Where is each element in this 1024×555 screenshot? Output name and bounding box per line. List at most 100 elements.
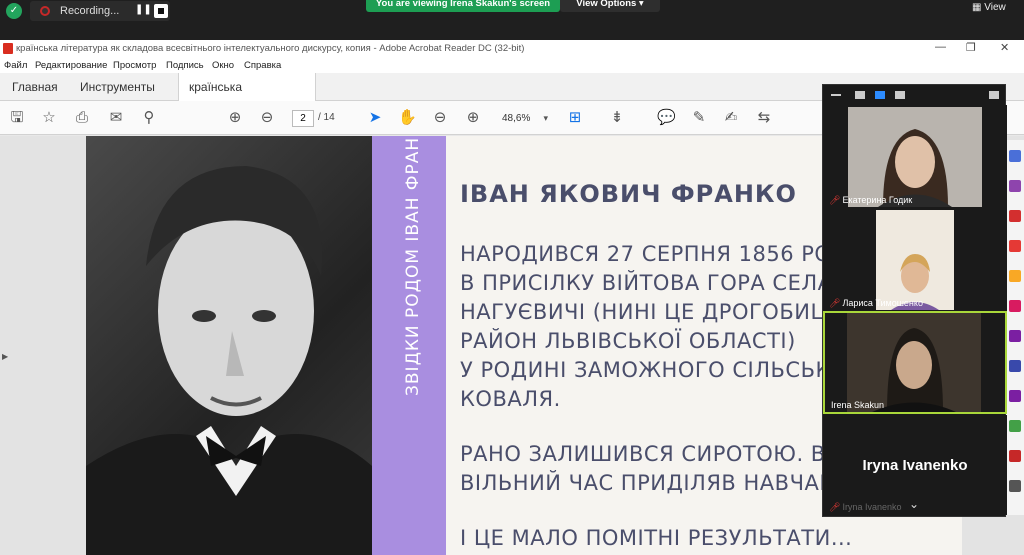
viewing-banner: You are viewing Irena Skakun's screen [366, 0, 560, 12]
recording-indicator: Recording... ❚❚ [30, 1, 170, 21]
pause-recording-icon[interactable]: ❚❚ [135, 4, 152, 15]
slide-line: РАНО ЗАЛИШИВСЯ СИРОТОЮ. ВЕСЬ [460, 442, 870, 466]
select-cursor-icon[interactable]: ➤ [366, 109, 384, 127]
bookmark-star-icon[interactable]: ☆ [40, 109, 58, 127]
acrobat-icon [3, 43, 13, 54]
menu-sign[interactable]: Подпись [166, 60, 204, 71]
slide-title: ІВАН ЯКОВИЧ ФРАНКО [460, 180, 797, 208]
tool-icon[interactable] [1009, 180, 1021, 192]
portrait-image [86, 136, 372, 555]
gallery-view-icon[interactable] [895, 91, 905, 99]
slide-line: КОВАЛЯ. [460, 387, 561, 411]
slide-line: У РОДИНІ ЗАМОЖНОГО СІЛЬСЬКОГО [460, 358, 879, 382]
participant-video [876, 210, 954, 310]
slide-line: РАЙОН ЛЬВІВСЬКОЇ ОБЛАСТІ) [460, 329, 796, 353]
previous-page-icon[interactable]: ⊕ [226, 109, 244, 127]
single-view-icon[interactable] [855, 91, 865, 99]
tool-icon[interactable] [1009, 450, 1021, 462]
participant-video [848, 107, 982, 207]
title-bar: країнська література як складова всесвіт… [0, 40, 1024, 58]
menu-window[interactable]: Окно [212, 60, 234, 71]
vertical-caption: ЗВІДКИ РОДОМ ІВАН ФРАНКО [403, 136, 423, 396]
share-icon[interactable]: ⇆ [755, 109, 773, 127]
expand-panel-icon[interactable]: ▶ [2, 352, 8, 361]
strip-view-icon[interactable] [875, 91, 885, 99]
slide-line: І ЦЕ МАЛО ПОМІТНІ РЕЗУЛЬТАТИ... [460, 526, 853, 550]
participant-name-text: Лариса Тимошенко [842, 298, 923, 308]
menu-bar: Файл Редактирование Просмотр Подпись Окн… [0, 58, 1024, 73]
page-total: / 14 [318, 112, 335, 123]
participant-name-text: Iryna Ivanenko [842, 502, 902, 512]
menu-edit[interactable]: Редактирование [35, 60, 107, 71]
maximize-icon[interactable]: ❐ [966, 41, 976, 54]
participant-tile[interactable]: 🎤︎ Екатерина Годик [823, 105, 1007, 208]
mic-muted-icon: 🎤︎ [829, 298, 841, 308]
next-page-icon[interactable]: ⊖ [258, 109, 276, 127]
zoom-out-icon[interactable]: ⊖ [431, 109, 449, 127]
participant-tile[interactable]: 🎤︎ Лариса Тимошенко [823, 208, 1007, 311]
exit-panel-icon[interactable] [989, 91, 999, 99]
email-icon[interactable]: ✉ [107, 109, 125, 127]
minimize-icon[interactable]: — [935, 41, 946, 53]
mic-muted-icon: 🎤︎ [829, 502, 841, 512]
participant-name: 🎤︎ Екатерина Годик [829, 195, 912, 206]
print-icon[interactable]: ⎙ [73, 109, 91, 127]
minimize-panel-icon[interactable] [831, 94, 841, 96]
participant-name-text: Екатерина Годик [842, 195, 913, 205]
draw-icon[interactable]: ✍ [722, 109, 740, 127]
recording-label: Recording... [60, 5, 120, 17]
slide-line: НАРОДИВСЯ 27 СЕРПНЯ 1856 РОКУ [460, 242, 861, 266]
highlight-icon[interactable]: ✎ [690, 109, 708, 127]
menu-help[interactable]: Справка [244, 60, 281, 71]
participant-name: 🎤︎ Лариса Тимошенко [829, 298, 923, 309]
tab-home[interactable]: Главная [2, 73, 68, 101]
participant-tile-active-speaker[interactable]: Irena Skakun [823, 311, 1007, 414]
comment-icon[interactable]: 💬 [657, 109, 676, 127]
tool-icon[interactable] [1009, 360, 1021, 372]
hand-tool-icon[interactable]: ✋ [398, 109, 417, 127]
slide-line: НАГУЄВИЧІ (НИНІ ЦЕ ДРОГОБИЦЬКИ [460, 300, 874, 324]
grid-icon: ▦ [972, 2, 982, 13]
page-number-input[interactable]: 2 [292, 110, 314, 127]
zoom-top-bar: ✓ Recording... ❚❚ You are viewing Irena … [0, 0, 1024, 40]
menu-file[interactable]: Файл [4, 60, 27, 71]
view-button[interactable]: ▦ View [972, 0, 1016, 16]
tool-icon[interactable] [1009, 330, 1021, 342]
tool-icon[interactable] [1009, 210, 1021, 222]
scroll-mode-icon[interactable]: ⇟ [608, 109, 626, 127]
view-options-label: View Options [576, 0, 637, 9]
tool-icon[interactable] [1009, 270, 1021, 282]
close-icon[interactable]: ✕ [1000, 41, 1009, 54]
save-icon[interactable]: 🖫 [8, 109, 26, 127]
fit-page-icon[interactable]: ⊞ [566, 109, 584, 127]
participant-video [847, 313, 981, 412]
security-shield-icon[interactable]: ✓ [6, 3, 22, 19]
stop-recording-icon[interactable] [154, 4, 168, 18]
tool-icon[interactable] [1009, 480, 1021, 492]
participant-name: 🎤︎ Iryna Ivanenko [829, 502, 901, 513]
participant-name: Irena Skakun [831, 400, 885, 410]
slide-line: ВІЛЬНИЙ ЧАС ПРИДІЛЯВ НАВЧАННЮ [460, 471, 876, 495]
window-title: країнська література як складова всесвіт… [16, 43, 525, 54]
slide-line: В ПРИСІЛКУ ВІЙТОВА ГОРА СЕЛА [460, 271, 833, 295]
menu-view[interactable]: Просмотр [113, 60, 156, 71]
tool-icon[interactable] [1009, 150, 1021, 162]
zoom-level-select[interactable]: 48,6% [494, 110, 550, 127]
tab-document[interactable]: країнська літерату...✕ [178, 73, 316, 122]
panel-controls [823, 85, 1007, 105]
zoom-in-icon[interactable]: ⊕ [464, 109, 482, 127]
mic-muted-icon: 🎤︎ [829, 195, 841, 205]
view-options-button[interactable]: View Options ▾ [560, 0, 660, 12]
tool-icon[interactable] [1009, 420, 1021, 432]
chevron-down-icon[interactable]: ⌄ [909, 497, 919, 511]
tool-icon[interactable] [1009, 300, 1021, 312]
record-icon [40, 6, 50, 16]
right-tool-strip [1006, 140, 1024, 515]
tool-icon[interactable] [1009, 390, 1021, 402]
view-button-label: View [984, 2, 1006, 13]
search-zoom-icon[interactable]: ⚲ [140, 109, 158, 127]
participants-panel: 🎤︎ Екатерина Годик 🎤︎ Лариса Тимошенко Ire… [822, 84, 1007, 517]
tool-icon[interactable] [1009, 240, 1021, 252]
participant-name-placeholder: Iryna Ivanenko [862, 457, 968, 474]
tab-tools[interactable]: Инструменты [70, 73, 165, 101]
